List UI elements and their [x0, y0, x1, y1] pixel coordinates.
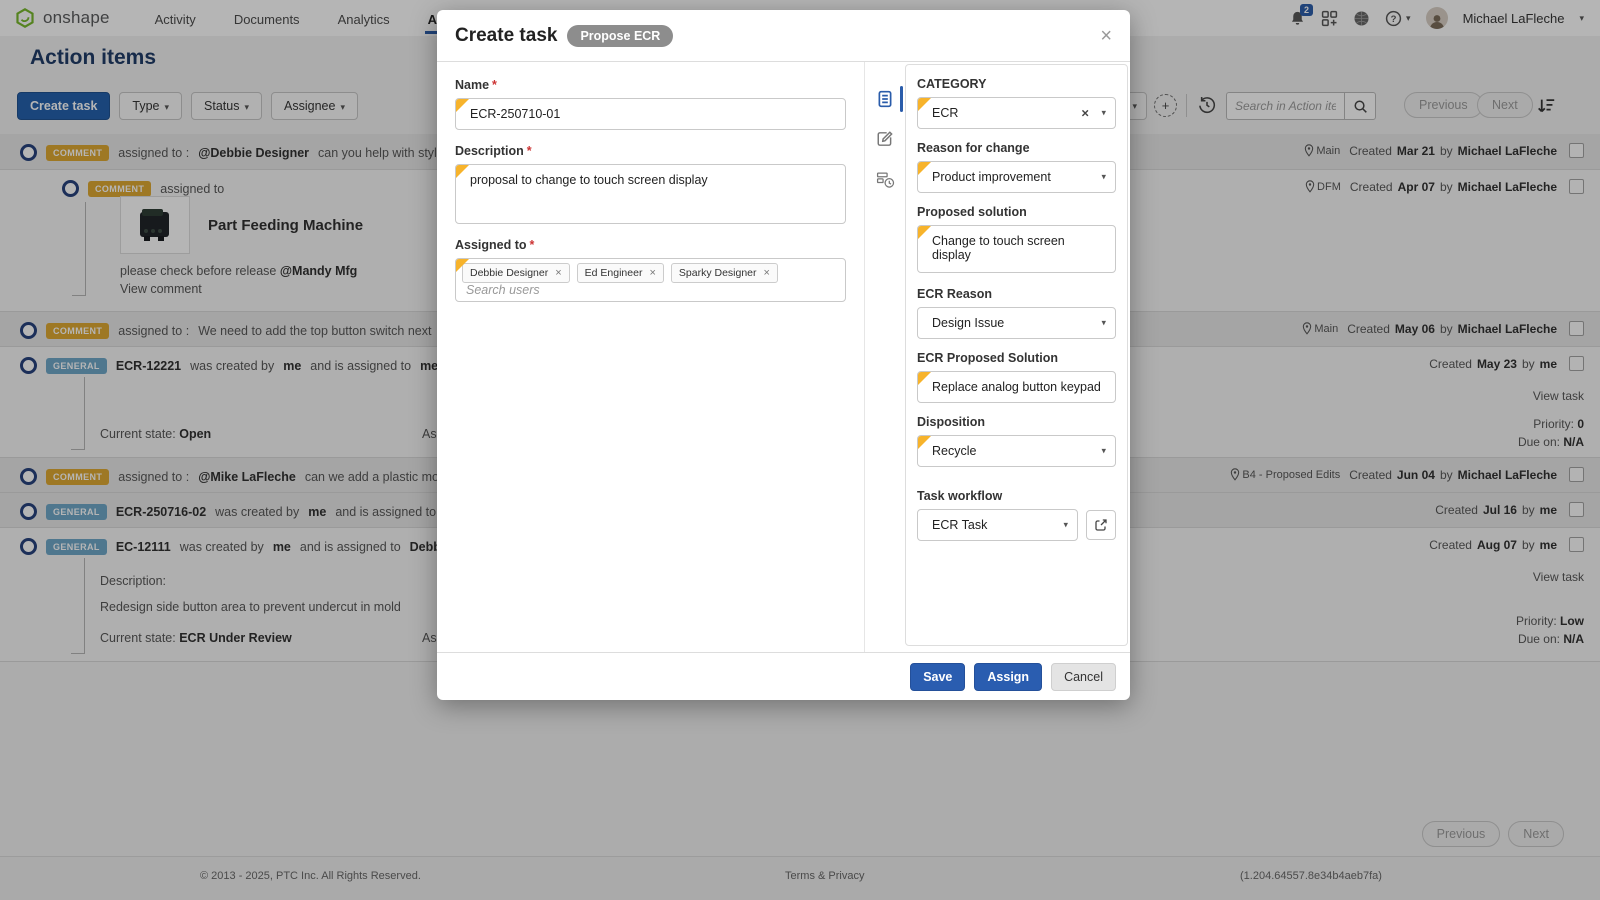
chevron-down-icon[interactable]: ▾ [1101, 108, 1106, 119]
assignee-chip[interactable]: Ed Engineer × [577, 263, 664, 283]
disposition-field-label: Disposition [917, 415, 1116, 429]
name-field-label: Name [455, 78, 846, 92]
create-task-modal: Create task Propose ECR × Name ECR-25071… [437, 10, 1130, 700]
chevron-down-icon[interactable]: ▾ [1101, 446, 1106, 457]
tab-workflow-history[interactable] [876, 170, 895, 189]
edit-note-icon [876, 130, 894, 148]
remove-chip-icon[interactable]: × [555, 267, 561, 279]
proposed-solution-input[interactable]: Change to touch screen display [917, 225, 1116, 273]
chevron-down-icon[interactable]: ▾ [1101, 318, 1106, 329]
tab-properties[interactable] [876, 90, 894, 108]
assigned-to-field-label: Assigned to [455, 238, 846, 252]
chevron-down-icon[interactable]: ▾ [1101, 172, 1106, 183]
category-field-label: CATEGORY [917, 77, 1116, 91]
description-field-label: Description [455, 144, 846, 158]
modal-left-column: Name ECR-250710-01 Description proposal … [437, 62, 865, 652]
ecr-proposed-solution-field-label: ECR Proposed Solution [917, 351, 1116, 365]
assignee-chip[interactable]: Sparky Designer × [671, 263, 778, 283]
open-workflow-button[interactable] [1086, 510, 1116, 540]
ecr-reason-field-label: ECR Reason [917, 287, 1116, 301]
proposed-solution-field-label: Proposed solution [917, 205, 1116, 219]
ecr-reason-select[interactable]: Design Issue ▾ [917, 307, 1116, 339]
assignee-chip-label: Ed Engineer [585, 267, 643, 279]
category-select[interactable]: ECR × ▾ [917, 97, 1116, 129]
search-users-placeholder[interactable]: Search users [466, 283, 540, 297]
task-workflow-row: ECR Task ▾ [917, 509, 1116, 541]
ecr-proposed-solution-input[interactable]: Replace analog button keypad [917, 371, 1116, 403]
category-value: ECR [932, 106, 958, 120]
tab-edit-notes[interactable] [876, 130, 894, 148]
description-input[interactable]: proposal to change to touch screen displ… [455, 164, 846, 224]
remove-chip-icon[interactable]: × [764, 267, 770, 279]
document-icon [876, 90, 894, 108]
modal-header: Create task Propose ECR × [437, 10, 1130, 62]
reason-value: Product improvement [932, 170, 1051, 184]
clear-icon[interactable]: × [1081, 106, 1089, 121]
disposition-select[interactable]: Recycle ▾ [917, 435, 1116, 467]
task-workflow-field-label: Task workflow [917, 489, 1116, 503]
modal-right-panel: CATEGORY ECR × ▾ Reason for change Produ… [905, 64, 1128, 646]
name-input[interactable]: ECR-250710-01 [455, 98, 846, 130]
save-button[interactable]: Save [910, 663, 965, 691]
task-workflow-select[interactable]: ECR Task ▾ [917, 509, 1078, 541]
task-workflow-value: ECR Task [932, 518, 987, 532]
reason-field-label: Reason for change [917, 141, 1116, 155]
modal-side-tabs [865, 62, 905, 652]
close-icon[interactable]: × [1100, 26, 1112, 46]
modal-body: Name ECR-250710-01 Description proposal … [437, 62, 1130, 652]
workflow-pill-badge: Propose ECR [567, 25, 673, 47]
workflow-clock-icon [876, 170, 895, 189]
chevron-down-icon[interactable]: ▾ [1063, 520, 1068, 531]
cancel-button[interactable]: Cancel [1051, 663, 1116, 691]
reason-select[interactable]: Product improvement ▾ [917, 161, 1116, 193]
disposition-value: Recycle [932, 444, 976, 458]
modal-title: Create task [455, 25, 557, 47]
remove-chip-icon[interactable]: × [649, 267, 655, 279]
assign-button[interactable]: Assign [974, 663, 1042, 691]
assignee-chip-label: Debbie Designer [470, 267, 548, 279]
assigned-to-input[interactable]: Debbie Designer × Ed Engineer × Sparky Des… [455, 258, 846, 302]
assignee-chip[interactable]: Debbie Designer × [462, 263, 570, 283]
external-link-icon [1094, 518, 1108, 532]
assignee-chip-label: Sparky Designer [679, 267, 757, 279]
ecr-reason-value: Design Issue [932, 316, 1004, 330]
modal-footer: Save Assign Cancel [437, 652, 1130, 700]
